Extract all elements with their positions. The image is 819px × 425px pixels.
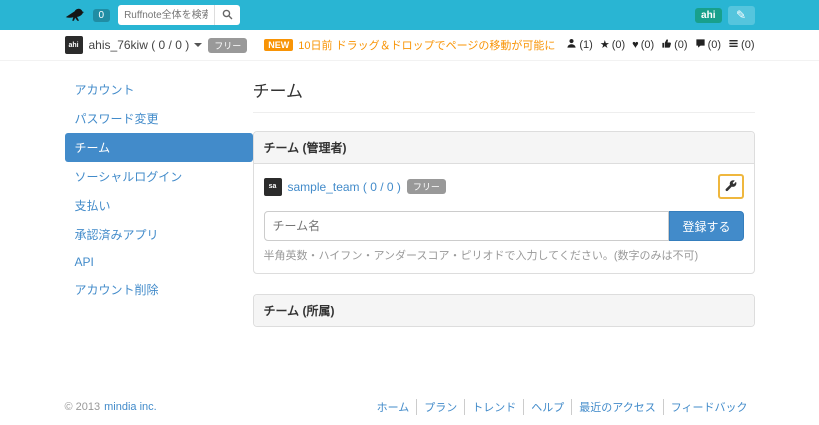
username-dropdown[interactable]: ahis_76kiw ( 0 / 0 ) [89, 38, 203, 52]
page-title: チーム [253, 75, 755, 113]
footer: © 2013 mindia inc. ホーム プラン トレンド ヘルプ 最近のア… [65, 389, 755, 425]
team-row: sa sample_team ( 0 / 0 ) フリー [264, 174, 744, 199]
copyright-year: © 2013 [65, 401, 101, 413]
member-teams-panel: チーム (所属) [253, 294, 755, 327]
admin-teams-panel: チーム (管理者) sa sample_team ( 0 / 0 ) フリー [253, 131, 755, 274]
sidebar-item-password[interactable]: パスワード変更 [65, 104, 253, 133]
news-link[interactable]: 10日前 ドラッグ＆ドロップでページの移動が可能に [298, 37, 555, 53]
star-stat[interactable]: ★ (0) [600, 39, 625, 51]
sidebar-item-api[interactable]: API [65, 249, 253, 275]
footer-link-feedback[interactable]: フィードバック [663, 399, 755, 415]
footer-link-plan[interactable]: プラン [416, 399, 464, 415]
comment-count: (0) [708, 39, 721, 51]
team-plan-badge[interactable]: フリー [407, 179, 446, 194]
plan-badge[interactable]: フリー [208, 38, 247, 53]
team-name-help-text: 半角英数・ハイフン・アンダースコア・ピリオドで入力してください。(数字のみは不可… [264, 247, 744, 263]
heart-icon: ♥ [632, 40, 639, 51]
settings-sidebar: アカウント パスワード変更 チーム ソーシャルログイン 支払い 承認済みアプリ … [65, 75, 253, 347]
speech-bubble-icon [695, 38, 706, 52]
thumbs-up-icon [661, 38, 672, 52]
footer-link-help[interactable]: ヘルプ [523, 399, 571, 415]
ruffnote-bird-logo-icon[interactable] [65, 7, 85, 23]
team-name-link[interactable]: sample_team ( 0 / 0 ) [288, 180, 401, 194]
main-content: チーム チーム (管理者) sa sample_team ( 0 / 0 ) フ… [253, 75, 755, 347]
members-count: (1) [579, 39, 592, 51]
sidebar-item-team[interactable]: チーム [65, 133, 253, 162]
footer-links: ホーム プラン トレンド ヘルプ 最近のアクセス フィードバック [370, 399, 755, 415]
heart-count: (0) [641, 39, 654, 51]
list-icon [728, 38, 739, 52]
heart-stat[interactable]: ♥ (0) [632, 39, 654, 51]
list-stat[interactable]: (0) [728, 38, 754, 52]
news-new-badge: NEW [264, 39, 293, 51]
members-stat[interactable]: (1) [566, 38, 592, 52]
sidebar-item-social-login[interactable]: ソーシャルログイン [65, 162, 253, 191]
page: 0 ahi ✎ ahi [0, 0, 819, 425]
sidebar-item-delete-account[interactable]: アカウント削除 [65, 275, 253, 304]
sidebar-item-authorized-apps[interactable]: 承認済みアプリ [65, 220, 253, 249]
team-settings-button[interactable] [724, 178, 738, 195]
username-label: ahis_76kiw ( 0 / 0 ) [89, 38, 190, 52]
like-stat[interactable]: (0) [661, 38, 687, 52]
list-count: (0) [741, 39, 754, 51]
star-icon: ★ [600, 40, 610, 51]
user-avatar[interactable]: ahi [65, 36, 83, 54]
global-search [118, 5, 240, 25]
footer-link-recent-access[interactable]: 最近のアクセス [571, 399, 662, 415]
search-button[interactable] [214, 5, 240, 25]
footer-link-trend[interactable]: トレンド [464, 399, 523, 415]
sidebar-item-payment[interactable]: 支払い [65, 191, 253, 220]
comment-stat[interactable]: (0) [695, 38, 721, 52]
notification-count-badge[interactable]: 0 [93, 9, 111, 22]
search-icon [222, 8, 233, 23]
current-user-badge[interactable]: ahi [695, 8, 721, 23]
new-page-button[interactable]: ✎ [728, 6, 755, 25]
user-subheader: ahi ahis_76kiw ( 0 / 0 ) フリー NEW 10日前 ドラ… [0, 30, 819, 61]
wrench-icon [724, 178, 738, 195]
search-input[interactable] [118, 5, 214, 25]
sidebar-item-account[interactable]: アカウント [65, 75, 253, 104]
top-navbar: 0 ahi ✎ [0, 0, 819, 30]
like-count: (0) [674, 39, 687, 51]
team-name-input[interactable] [264, 211, 670, 241]
pencil-icon: ✎ [736, 8, 746, 22]
chevron-down-icon [194, 43, 202, 47]
footer-link-home[interactable]: ホーム [370, 399, 417, 415]
company-link[interactable]: mindia inc. [104, 401, 157, 413]
star-count: (0) [612, 39, 625, 51]
copyright: © 2013 mindia inc. [65, 401, 157, 413]
create-team-form: 登録する [264, 211, 744, 241]
user-stats: (1) ★ (0) ♥ (0) (0) [566, 38, 754, 52]
annotation-highlight [718, 174, 744, 199]
person-icon [566, 38, 577, 52]
team-avatar: sa [264, 178, 282, 196]
member-teams-panel-header: チーム (所属) [254, 295, 754, 326]
register-team-button[interactable]: 登録する [669, 211, 743, 241]
admin-teams-panel-header: チーム (管理者) [254, 132, 754, 164]
